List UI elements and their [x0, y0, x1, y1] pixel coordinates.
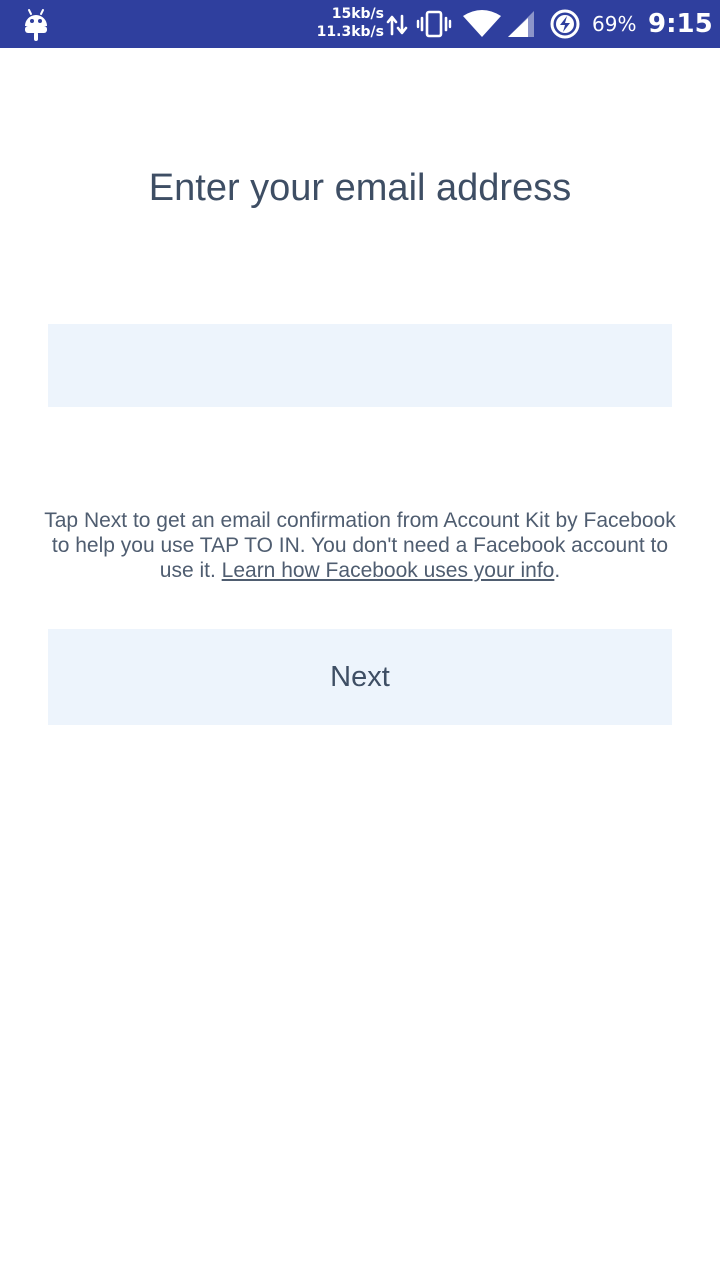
download-speed: 15kb/s	[331, 6, 384, 22]
upload-speed: 11.3kb/s	[316, 24, 384, 40]
cell-signal-icon	[508, 11, 534, 37]
info-text: Tap Next to get an email confirmation fr…	[40, 508, 680, 583]
android-icon	[25, 9, 47, 41]
battery-saver-icon	[550, 9, 580, 39]
page-title: Enter your email address	[148, 167, 572, 209]
clock: 9:15	[648, 9, 713, 39]
network-speed: 15kb/s 11.3kb/s	[312, 5, 384, 41]
battery-percentage: 69%	[592, 12, 637, 36]
vibrate-icon	[416, 10, 452, 38]
wifi-icon	[463, 10, 501, 37]
learn-more-link[interactable]: Learn how Facebook uses your info	[222, 559, 555, 582]
info-text-end: .	[554, 559, 561, 582]
next-button[interactable]: Next	[48, 629, 672, 725]
status-bar: 15kb/s 11.3kb/s 69% 9:15	[0, 0, 720, 48]
email-input[interactable]	[48, 324, 672, 407]
data-transfer-icon	[386, 14, 408, 36]
